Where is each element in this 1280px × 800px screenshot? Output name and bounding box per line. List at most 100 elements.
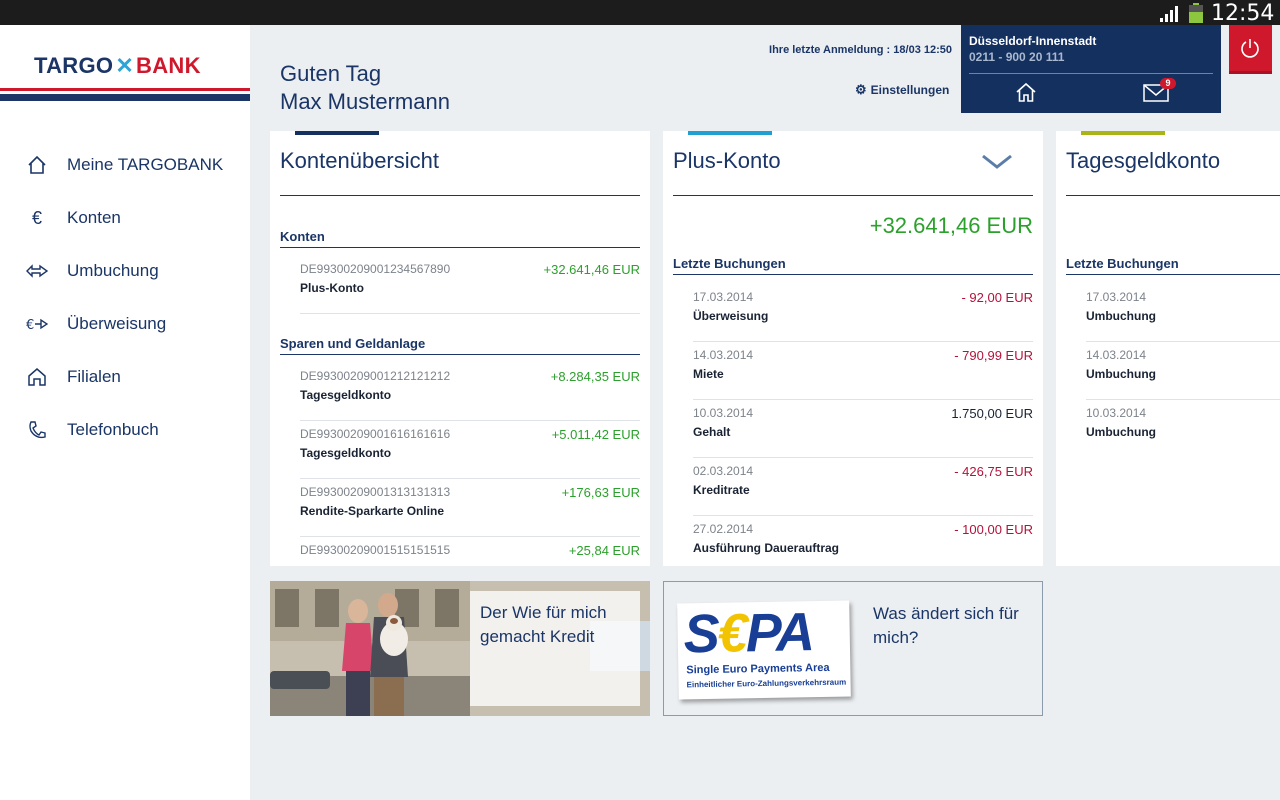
logo-navy-stripe [0, 94, 250, 101]
tagesgeld-card: Tagesgeldkonto Letzte Buchungen 17.03.20… [1056, 131, 1280, 566]
account-iban: DE99300209001212121212 [300, 369, 451, 383]
sidebar-item-meine-targobank[interactable]: Meine TARGOBANK [0, 145, 250, 185]
sidebar-item-telefonbuch[interactable]: Telefonbuch [0, 410, 250, 450]
booking-text: Gehalt [693, 425, 731, 439]
booking-row[interactable]: 02.03.2014 - 426,75 EUR Kreditrate [693, 458, 1033, 516]
account-name: Tagesgeldkonto [300, 446, 392, 460]
home-icon [28, 155, 46, 174]
booking-date: 14.03.2014 [693, 348, 754, 362]
account-row[interactable]: DE99300209001515151515 +25,84 EUR [300, 537, 640, 566]
settings-link[interactable]: ⚙ Einstellungen [855, 82, 949, 98]
account-amount: +5.011,42 EUR [551, 427, 640, 442]
gear-icon: ⚙ [855, 82, 867, 97]
sidebar: TARGO✕BANK Meine TARGOBANK € Konten Umbu… [0, 25, 250, 800]
account-row[interactable]: DE99300209001212121212 +8.284,35 EUR Tag… [300, 363, 640, 421]
booking-row[interactable]: 14.03.2014 - 790,99 EUR Miete [693, 342, 1033, 400]
booking-text: Kreditrate [693, 483, 750, 497]
booking-row[interactable]: 14.03.2014 Umbuchung [1086, 342, 1280, 400]
account-row[interactable]: DE99300209001616161616 +5.011,42 EUR Tag… [300, 421, 640, 479]
branch-name: Düsseldorf-Innenstadt [969, 34, 1097, 48]
section-heading: Konten [280, 229, 640, 248]
sidebar-item-umbuchung[interactable]: Umbuchung [0, 251, 250, 291]
branch-phone[interactable]: 0211 - 900 20 111 [969, 50, 1064, 64]
booking-amount: 1.750,00 EUR [951, 406, 1033, 421]
account-row[interactable]: DE99300209001234567890 +32.641,46 EUR Pl… [300, 256, 640, 314]
sidebar-item-label: Umbuchung [67, 261, 159, 280]
chevron-down-icon[interactable] [980, 151, 1014, 171]
booking-text: Miete [693, 367, 724, 381]
section-heading: Letzte Buchungen [1066, 256, 1280, 275]
logout-button[interactable] [1229, 25, 1272, 74]
booking-text: Umbuchung [1086, 425, 1156, 439]
card-tab-indicator [688, 131, 772, 135]
sidebar-item-ueberweisung[interactable]: € Überweisung [0, 304, 250, 344]
branch-house-icon [28, 368, 46, 386]
account-iban: DE99300209001616161616 [300, 427, 451, 441]
logo-x-icon: ✕ [115, 53, 135, 78]
signal-icon [1160, 6, 1178, 22]
sidebar-item-filialen[interactable]: Filialen [0, 357, 250, 397]
account-iban: DE99300209001234567890 [300, 262, 451, 276]
banner-text-box: Der Wie für mich gemacht Kredit [470, 591, 640, 706]
status-bar: 12:54 [0, 0, 1280, 26]
account-name: Plus-Konto [300, 281, 364, 295]
account-iban: DE99300209001313131313 [300, 485, 451, 499]
booking-row[interactable]: 10.03.2014 Umbuchung [1086, 400, 1280, 458]
sepa-logo: S€PA Single Euro Payments Area Einheitli… [677, 600, 851, 700]
account-amount: +8.284,35 EUR [550, 369, 640, 384]
branch-panel: Düsseldorf-Innenstadt 0211 - 900 20 111 … [961, 25, 1221, 113]
phone-icon [29, 421, 46, 439]
booking-row[interactable]: 27.02.2014 - 100,00 EUR Ausführung Dauer… [693, 516, 1033, 566]
account-amount: +32.641,46 EUR [543, 262, 640, 277]
sidebar-item-label: Konten [67, 208, 121, 227]
home-icon[interactable] [1015, 81, 1037, 103]
euro-icon: € [31, 208, 42, 228]
account-name: Rendite-Sparkarte Online [300, 504, 445, 518]
sepa-logo-euro: € [717, 603, 747, 664]
logo-targo: TARGO [34, 53, 114, 78]
divider [969, 73, 1213, 74]
account-balance: +32.641,46 EUR [869, 213, 1033, 238]
account-amount: +25,84 EUR [568, 543, 640, 558]
booking-date: 17.03.2014 [1086, 290, 1147, 304]
booking-row[interactable]: 17.03.2014 Umbuchung [1086, 284, 1280, 342]
sepa-banner[interactable]: S€PA Single Euro Payments Area Einheitli… [663, 581, 1043, 716]
booking-date: 17.03.2014 [693, 290, 754, 304]
euro-arrow-icon: € [26, 318, 48, 333]
account-amount: +176,63 EUR [561, 485, 640, 500]
status-clock: 12:54 [1211, 1, 1275, 26]
targobank-logo[interactable]: TARGO✕BANK [34, 53, 201, 79]
kredit-banner[interactable]: Der Wie für mich gemacht Kredit [270, 581, 650, 716]
banner-text: Der Wie für mich gemacht Kredit [480, 603, 607, 646]
sepa-subtitle-de: Einheitlicher Euro-Zahlungsverkehrsraum [686, 677, 847, 690]
booking-date: 10.03.2014 [1086, 406, 1147, 420]
booking-text: Ausführung Dauerauftrag [693, 541, 840, 555]
greeting: Guten Tag Max Mustermann [280, 60, 450, 116]
booking-row[interactable]: 17.03.2014 - 92,00 EUR Überweisung [693, 284, 1033, 342]
battery-icon [1189, 3, 1203, 23]
account-row[interactable]: DE99300209001313131313 +176,63 EUR Rendi… [300, 479, 640, 537]
booking-date: 02.03.2014 [693, 464, 754, 478]
section-heading: Letzte Buchungen [673, 256, 1033, 275]
greeting-line: Guten Tag [280, 61, 382, 86]
last-login-info: Ihre letzte Anmeldung : 18/03 12:50 [769, 44, 952, 56]
overview-card: Kontenübersicht Konten DE993002090012345… [270, 131, 650, 566]
divider [1066, 195, 1280, 196]
logo-bank: BANK [136, 53, 201, 78]
sepa-logo-wordmark: S€PA [683, 602, 814, 664]
sidebar-item-label: Meine TARGOBANK [67, 155, 224, 174]
plus-konto-card: Plus-Konto +32.641,46 EUR Letzte Buchung… [663, 131, 1043, 566]
svg-text:€: € [26, 318, 34, 333]
sepa-logo-pa: PA [745, 602, 814, 664]
logo-red-stripe [0, 88, 250, 91]
sidebar-item-label: Telefonbuch [67, 420, 159, 439]
booking-row[interactable]: 10.03.2014 1.750,00 EUR Gehalt [693, 400, 1033, 458]
divider [280, 195, 640, 196]
booking-date: 10.03.2014 [693, 406, 754, 420]
booking-date: 27.02.2014 [693, 522, 754, 536]
booking-text: Umbuchung [1086, 309, 1156, 323]
sidebar-item-konten[interactable]: € Konten [0, 198, 250, 238]
card-title: Kontenübersicht [280, 148, 439, 173]
sepa-logo-s: S [683, 603, 719, 665]
booking-date: 14.03.2014 [1086, 348, 1147, 362]
